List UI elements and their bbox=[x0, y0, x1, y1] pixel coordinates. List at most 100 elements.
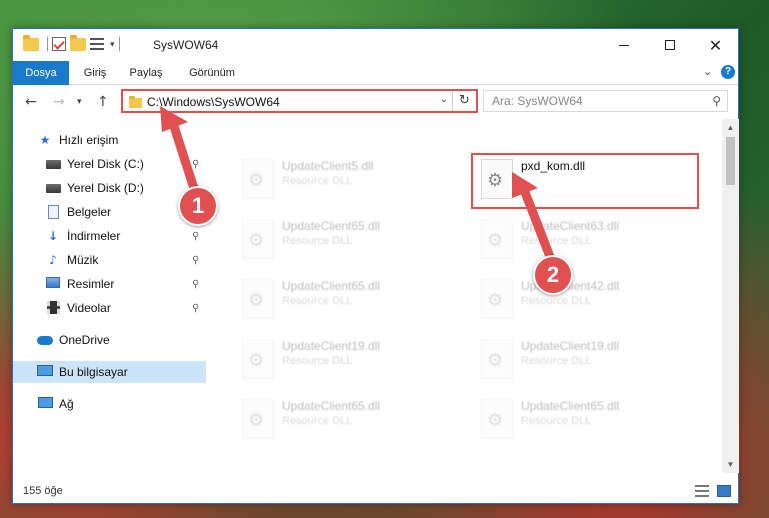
recent-locations-button[interactable]: ▾ bbox=[77, 97, 82, 107]
tab-home[interactable]: Giriş bbox=[73, 61, 117, 85]
gear-icon: ⚙ bbox=[487, 290, 504, 311]
dll-file-icon: ⚙ bbox=[481, 339, 513, 379]
address-path[interactable]: C:\Windows\SysWOW64 bbox=[147, 95, 280, 109]
sidebar-item-onedrive[interactable]: OneDrive bbox=[13, 329, 206, 351]
file-name: UpdateClient65.dll bbox=[282, 399, 381, 413]
details-view-icon[interactable] bbox=[695, 485, 709, 497]
videos-icon bbox=[46, 301, 60, 314]
address-bar[interactable]: C:\Windows\SysWOW64 ⌄ ↻ bbox=[121, 89, 478, 113]
navigation-pane: ★ Hızlı erişim Yerel Disk (C:) ⚲ Yerel D… bbox=[13, 119, 206, 473]
dll-file-icon: ⚙ bbox=[242, 339, 274, 379]
sidebar-item-label: İndirmeler bbox=[67, 229, 121, 243]
address-dropdown-icon[interactable]: ⌄ bbox=[440, 94, 448, 105]
file-item[interactable]: ⚙ UpdateClient65.dll Resource DLL bbox=[473, 393, 693, 445]
dll-file-icon: ⚙ bbox=[242, 159, 274, 199]
file-name: UpdateClient65.dll bbox=[282, 279, 381, 293]
tab-share[interactable]: Paylaş bbox=[121, 61, 171, 85]
sidebar-item-local-disk-c[interactable]: Yerel Disk (C:) ⚲ bbox=[13, 153, 206, 175]
explorer-window: ▾ SysWOW64 ✕ Dosya Giriş Paylaş Görünüm … bbox=[12, 28, 739, 504]
toolbar-divider bbox=[47, 37, 48, 51]
sidebar-item-downloads[interactable]: ↓ İndirmeler ⚲ bbox=[13, 225, 206, 247]
star-icon: ★ bbox=[39, 133, 51, 147]
chevron-down-icon[interactable]: ▾ bbox=[110, 39, 115, 50]
file-type: Resource DLL bbox=[282, 295, 353, 307]
file-name: UpdateClient65.dll bbox=[282, 219, 381, 233]
sidebar-item-local-disk-d[interactable]: Yerel Disk (D:) ⚲ bbox=[13, 177, 206, 199]
sidebar-item-music[interactable]: ♪ Müzik ⚲ bbox=[13, 249, 206, 271]
dll-file-icon: ⚙ bbox=[481, 279, 513, 319]
search-input[interactable]: Ara: SysWOW64 ⚲ bbox=[483, 90, 728, 112]
music-icon: ♪ bbox=[49, 253, 57, 267]
scroll-up-arrow-icon[interactable]: ▲ bbox=[722, 119, 739, 136]
tab-view[interactable]: Görünüm bbox=[179, 61, 245, 85]
sidebar-item-this-pc[interactable]: Bu bilgisayar bbox=[13, 361, 206, 383]
back-arrow-icon: ← bbox=[25, 94, 37, 110]
properties-check-icon[interactable] bbox=[52, 37, 66, 51]
help-button[interactable]: ? bbox=[721, 65, 735, 79]
scrollbar-thumb[interactable] bbox=[726, 137, 735, 185]
search-placeholder: Ara: SysWOW64 bbox=[492, 94, 583, 108]
sidebar-item-label: Bu bilgisayar bbox=[59, 365, 128, 379]
computer-icon bbox=[37, 365, 53, 376]
file-item[interactable]: ⚙ UpdateClient63.dll Resource DLL bbox=[473, 213, 693, 265]
chevron-down-icon: ▾ bbox=[77, 97, 82, 107]
file-name: UpdateClient19.dll bbox=[521, 339, 620, 353]
vertical-scrollbar[interactable]: ▲ ▼ bbox=[722, 119, 739, 473]
new-folder-icon[interactable] bbox=[70, 34, 86, 51]
dll-file-icon: ⚙ bbox=[481, 399, 513, 439]
file-item[interactable]: ⚙ UpdateClient65.dll Resource DLL bbox=[234, 213, 454, 265]
maximize-button[interactable] bbox=[647, 29, 692, 61]
help-icon: ? bbox=[721, 65, 735, 79]
pin-icon[interactable]: ⚲ bbox=[192, 159, 199, 170]
pin-icon[interactable]: ⚲ bbox=[192, 255, 199, 266]
gear-icon: ⚙ bbox=[248, 410, 265, 431]
up-button[interactable]: ↑ bbox=[97, 94, 109, 110]
file-item[interactable]: ⚙ UpdateClient5.dll Resource DLL bbox=[234, 153, 454, 205]
toolbar-divider bbox=[118, 37, 120, 51]
back-button[interactable]: ← bbox=[25, 94, 37, 110]
large-icons-view-icon[interactable] bbox=[717, 485, 731, 497]
sidebar-item-label: Müzik bbox=[67, 253, 99, 267]
minimize-button[interactable] bbox=[601, 29, 646, 61]
file-item[interactable]: ⚙ UpdateClient19.dll Resource DLL bbox=[234, 333, 454, 385]
customize-icon[interactable] bbox=[90, 38, 104, 50]
ribbon-tabs: Dosya Giriş Paylaş Görünüm ⌄ ? bbox=[13, 61, 738, 113]
disk-icon bbox=[45, 184, 61, 193]
quick-access-toolbar: ▾ bbox=[23, 34, 124, 51]
pictures-icon bbox=[46, 277, 60, 288]
close-icon: ✕ bbox=[708, 35, 723, 55]
sidebar-item-videos[interactable]: Videolar ⚲ bbox=[13, 297, 206, 319]
file-list: ⚙ UpdateClient5.dll Resource DLL ⚙ pxd_k… bbox=[206, 119, 722, 473]
step-badge-1: 1 bbox=[178, 186, 218, 226]
file-item[interactable]: ⚙ UpdateClient42.dll Resource DLL bbox=[473, 273, 693, 325]
file-name: UpdateClient65.dll bbox=[521, 399, 620, 413]
downloads-icon: ↓ bbox=[47, 229, 59, 243]
sidebar-item-network[interactable]: Ağ bbox=[13, 393, 206, 415]
highlight-box bbox=[471, 153, 699, 209]
status-bar: 155 öğe bbox=[13, 479, 738, 503]
file-type: Resource DLL bbox=[521, 235, 592, 247]
pin-icon[interactable]: ⚲ bbox=[192, 303, 199, 314]
refresh-button[interactable]: ↻ bbox=[452, 91, 476, 111]
up-arrow-icon: ↑ bbox=[97, 94, 109, 110]
forward-button[interactable]: → bbox=[53, 94, 65, 110]
sidebar-item-pictures[interactable]: Resimler ⚲ bbox=[13, 273, 206, 295]
navigation-bar: ← → ▾ ↑ C:\Windows\SysWOW64 ⌄ ↻ Ara: Sys… bbox=[13, 85, 738, 119]
file-type: Resource DLL bbox=[521, 295, 592, 307]
scroll-down-arrow-icon[interactable]: ▼ bbox=[722, 456, 739, 473]
gear-icon: ⚙ bbox=[248, 290, 265, 311]
gear-icon: ⚙ bbox=[487, 230, 504, 251]
close-button[interactable]: ✕ bbox=[693, 29, 738, 61]
sidebar-item-label: Hızlı erişim bbox=[59, 133, 119, 147]
pin-icon[interactable]: ⚲ bbox=[192, 279, 199, 290]
expand-ribbon-icon[interactable]: ⌄ bbox=[703, 65, 712, 78]
file-item[interactable]: ⚙ UpdateClient65.dll Resource DLL bbox=[234, 273, 454, 325]
sidebar-item-quick-access[interactable]: ★ Hızlı erişim bbox=[13, 129, 206, 151]
pin-icon[interactable]: ⚲ bbox=[192, 231, 199, 242]
file-item[interactable]: ⚙ UpdateClient19.dll Resource DLL bbox=[473, 333, 693, 385]
dll-file-icon: ⚙ bbox=[481, 219, 513, 259]
dll-file-icon: ⚙ bbox=[242, 219, 274, 259]
gear-icon: ⚙ bbox=[487, 410, 504, 431]
file-item[interactable]: ⚙ UpdateClient65.dll Resource DLL bbox=[234, 393, 454, 445]
search-icon[interactable]: ⚲ bbox=[712, 94, 721, 108]
